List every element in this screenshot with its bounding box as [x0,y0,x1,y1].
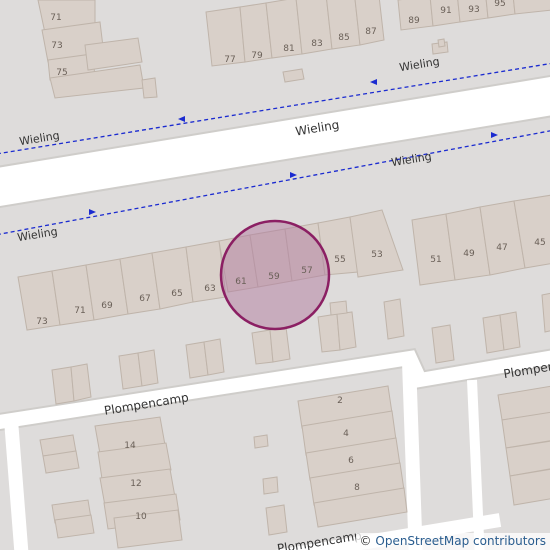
shed[interactable] [137,349,159,387]
house-number: 67 [139,294,150,304]
house-number: 61 [235,277,246,287]
house-number: 4 [343,429,349,439]
house-number: 95 [494,0,505,9]
copyright-symbol: © [359,534,372,548]
shed[interactable] [262,476,279,495]
shed[interactable] [269,326,291,363]
building[interactable] [437,38,446,48]
house-number: 79 [251,51,263,61]
house-number: 47 [496,243,507,253]
shed[interactable] [431,324,455,364]
map-layer: 71 73 75 77 79 81 83 85 87 89 91 93 95 7… [0,0,550,550]
house-number: 53 [371,250,382,260]
shed[interactable] [336,311,357,351]
house-number: 65 [171,289,182,299]
map-canvas[interactable]: 71 73 75 77 79 81 83 85 87 89 91 93 95 7… [0,0,550,550]
house-number: 12 [130,479,141,489]
house-number: 63 [204,284,215,294]
shed[interactable] [329,300,348,316]
road-plompencamp-vertical[interactable] [402,361,423,550]
house-number: 75 [56,68,67,78]
house-number: 77 [224,55,235,65]
shed[interactable] [265,504,288,536]
building[interactable] [141,77,158,99]
house-number: 73 [36,317,47,327]
house-number: 71 [74,306,85,316]
house-number: 2 [337,396,343,406]
house-number: 6 [348,456,354,466]
house-number: 83 [311,39,322,49]
house-number: 45 [534,238,545,248]
house-number: 57 [301,266,312,276]
shed[interactable] [383,298,405,340]
osm-contributors-link[interactable]: OpenStreetMap contributors [375,534,546,548]
shed[interactable] [251,329,274,365]
house-number: 93 [468,5,479,15]
house-number: 91 [440,6,451,16]
house-number: 55 [334,255,345,265]
map-attribution: © OpenStreetMap contributors [355,533,550,550]
house-number: 87 [365,27,376,37]
shed[interactable] [70,363,92,402]
shed[interactable] [253,434,269,449]
shed[interactable] [499,311,521,351]
house-number: 59 [268,272,280,282]
house-number: 51 [430,255,441,265]
house-number: 10 [135,512,147,522]
house-number: 89 [408,16,420,26]
shed[interactable] [317,313,341,353]
house-number: 69 [101,301,113,311]
house-number: 81 [283,44,294,54]
house-number: 49 [463,249,475,259]
shed[interactable] [203,338,225,376]
house-number: 73 [51,41,62,51]
house-number: 71 [50,13,61,23]
house-number: 8 [354,483,360,493]
house-number: 85 [338,33,349,43]
shed[interactable] [51,366,75,405]
house-number: 14 [124,441,136,451]
